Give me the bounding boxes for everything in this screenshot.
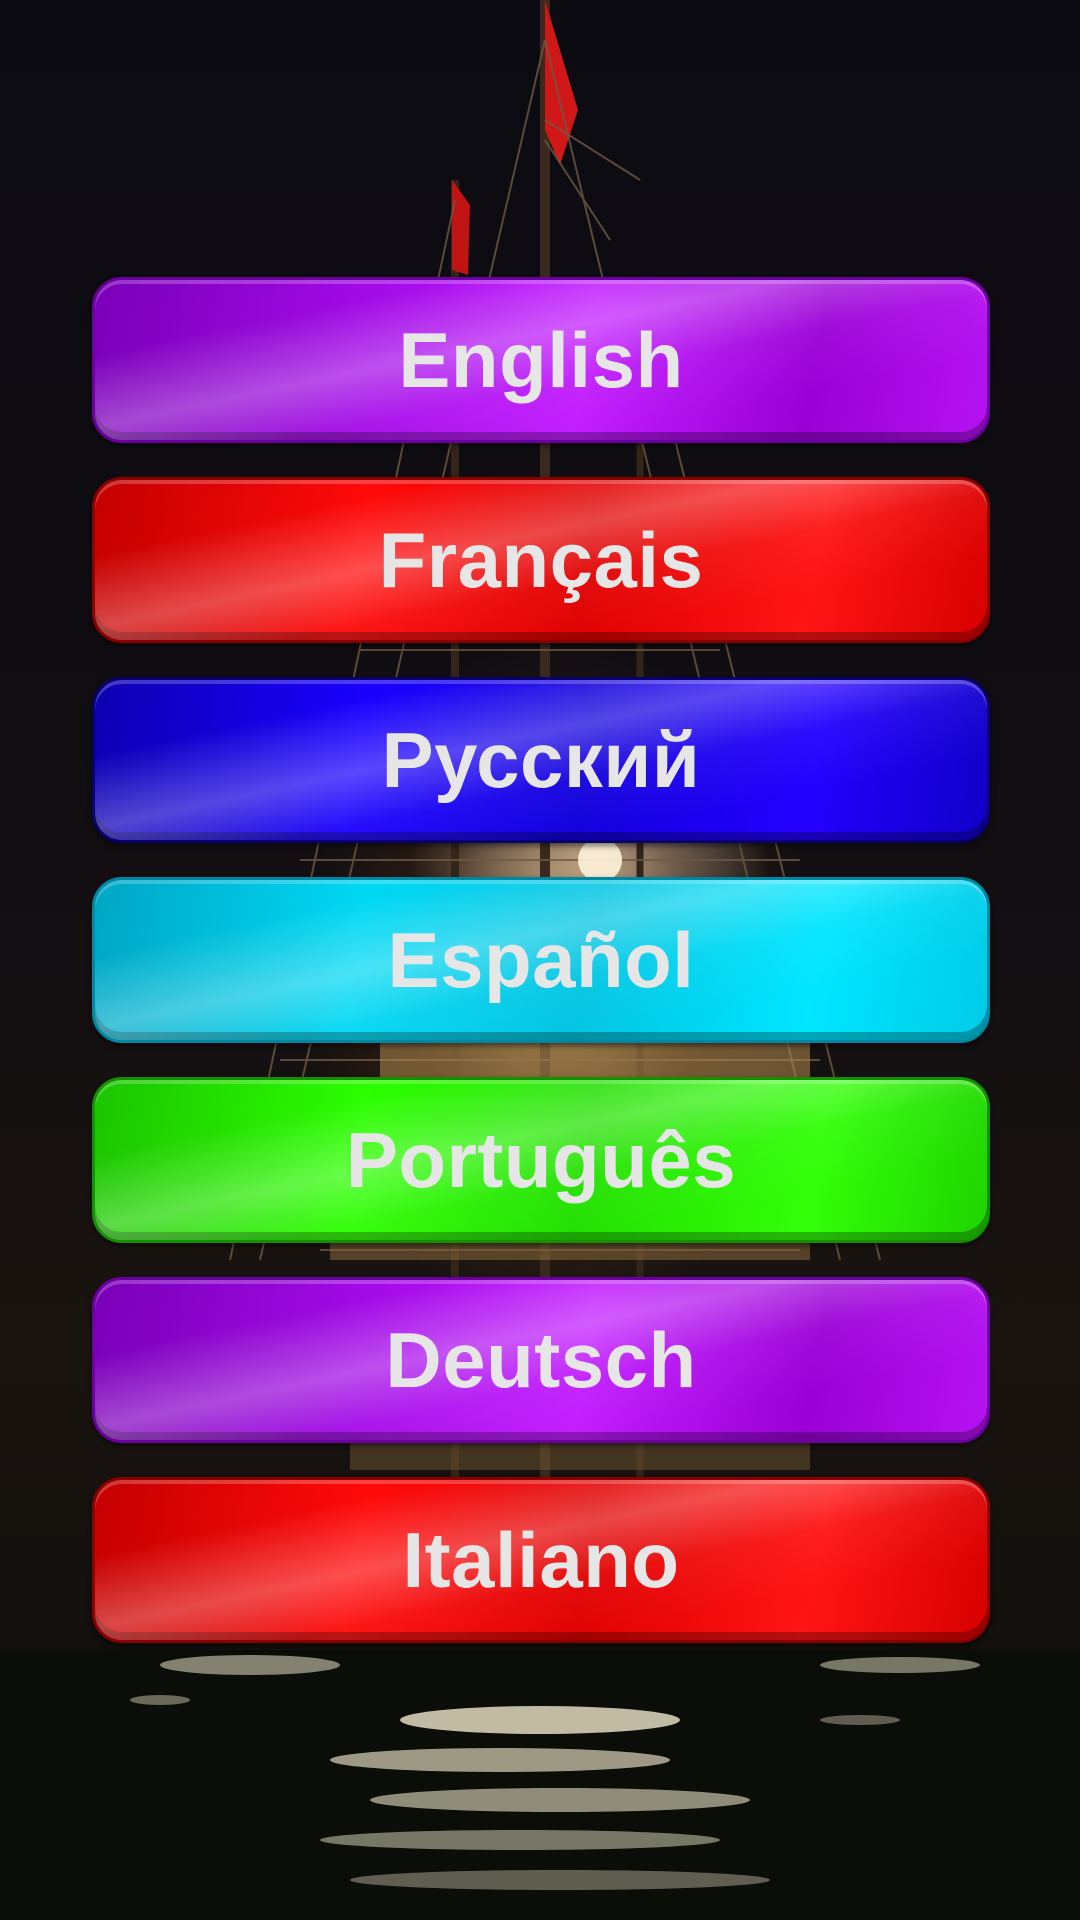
- language-button-spanish[interactable]: Español: [92, 877, 990, 1043]
- language-button-russian[interactable]: Русский: [92, 677, 990, 843]
- language-label: Português: [345, 1116, 737, 1204]
- language-label: Italiano: [402, 1516, 680, 1604]
- language-label: English: [398, 316, 684, 404]
- language-button-italian[interactable]: Italiano: [92, 1477, 990, 1643]
- language-label: Русский: [381, 716, 701, 804]
- language-label: Deutsch: [385, 1316, 697, 1404]
- language-label: Español: [387, 916, 695, 1004]
- language-button-french[interactable]: Français: [92, 477, 990, 643]
- language-button-english[interactable]: English: [92, 277, 990, 443]
- language-label: Français: [378, 516, 704, 604]
- language-select-screen: English Français Русский Español Portugu…: [0, 0, 1080, 1920]
- language-button-german[interactable]: Deutsch: [92, 1277, 990, 1443]
- language-list: English Français Русский Español Portugu…: [92, 277, 990, 1677]
- language-button-portuguese[interactable]: Português: [92, 1077, 990, 1243]
